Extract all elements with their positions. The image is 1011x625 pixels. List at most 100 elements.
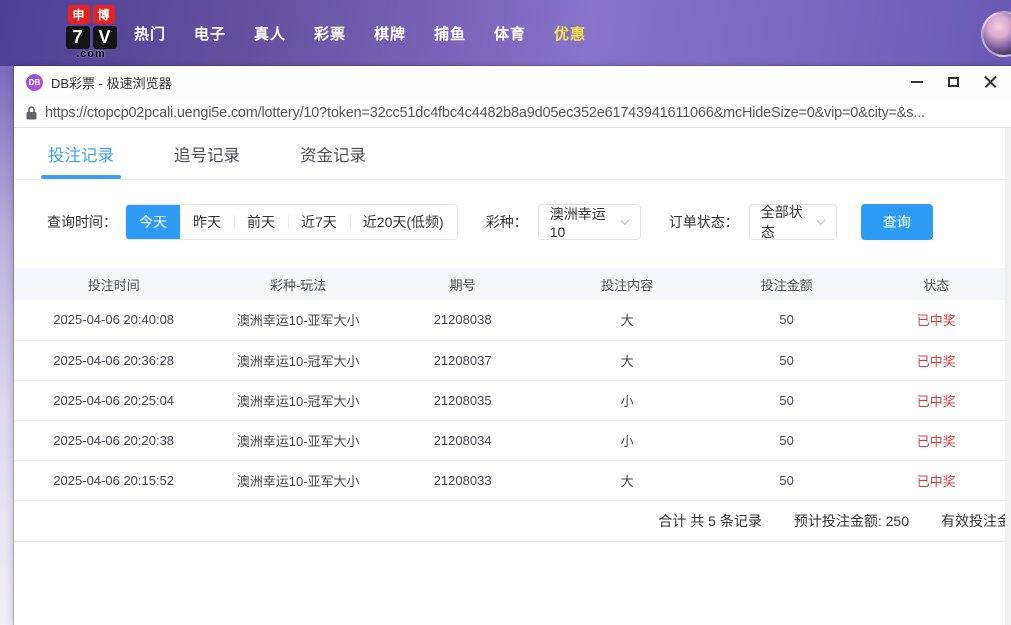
- logo-tile-v: V: [93, 26, 117, 49]
- cell-lottery-play: 澳洲幸运10-冠军大小: [213, 340, 382, 380]
- summary-bar: 合计 共 5 条记录 预计投注金额: 250 有效投注金额: [14, 501, 1011, 541]
- time-range-group: 今天 昨天 前天 近7天 近20天(低频): [125, 204, 458, 240]
- nav-item[interactable]: 捕鱼: [420, 23, 480, 44]
- table-row: 2025-04-06 20:36:28 澳洲幸运10-冠军大小 21208037…: [14, 340, 1011, 380]
- cell-bet-amount: 50: [712, 420, 862, 460]
- time-range-option[interactable]: 昨天: [180, 205, 234, 239]
- bet-records-table: 投注时间 彩种-玩法 期号 投注内容 投注金额 状态 2025-04-06 20…: [14, 268, 1011, 501]
- time-range-option[interactable]: 今天: [126, 205, 180, 239]
- cell-status: 已中奖: [861, 460, 1011, 500]
- header-bet-content: 投注内容: [542, 268, 711, 300]
- maximize-icon: [948, 77, 959, 87]
- screen: 申 博 7 V .com 热门 电子 真人 彩票 棋牌 捕鱼: [0, 0, 1011, 625]
- time-filter-label: 查询时间：: [47, 212, 117, 232]
- maximize-button[interactable]: [935, 66, 972, 98]
- address-bar[interactable]: https://ctopcp02pcali.uengi5e.com/lotter…: [14, 98, 1011, 128]
- time-range-option[interactable]: 近7天: [288, 205, 350, 239]
- cell-bet-time: 2025-04-06 20:15:52: [14, 460, 213, 500]
- window-title: DB彩票 - 极速浏览器: [51, 73, 172, 92]
- active-tab-underline: [41, 175, 121, 179]
- cell-issue-number: 21208038: [383, 300, 543, 340]
- cell-bet-amount: 50: [712, 460, 862, 500]
- cell-bet-amount: 50: [712, 380, 862, 420]
- cell-bet-content: 大: [542, 460, 711, 500]
- minimize-button[interactable]: [898, 66, 935, 98]
- tab-chase-records-label: 追号记录: [174, 142, 240, 166]
- order-status-select-value: 全部状态: [761, 202, 811, 242]
- header-issue-number: 期号: [383, 268, 543, 300]
- header-status: 状态: [861, 268, 1011, 300]
- nav-item[interactable]: 优惠: [540, 23, 600, 44]
- minimize-icon: [911, 81, 923, 83]
- order-status-filter-label: 订单状态：: [669, 212, 739, 232]
- time-range-option[interactable]: 近20天(低频): [350, 205, 457, 239]
- nav-item[interactable]: 棋牌: [360, 23, 420, 44]
- main-nav: 热门 电子 真人 彩票 棋牌 捕鱼 体育 优惠: [120, 0, 600, 66]
- cell-bet-time: 2025-04-06 20:25:04: [14, 380, 213, 420]
- cell-bet-time: 2025-04-06 20:40:08: [14, 300, 213, 340]
- tab-fund-records[interactable]: 资金记录: [292, 128, 374, 179]
- close-button[interactable]: [972, 66, 1009, 98]
- chevron-down-icon: [817, 215, 826, 224]
- record-tabs: 投注记录 追号记录 资金记录: [14, 128, 1011, 180]
- filter-bar: 查询时间： 今天 昨天 前天 近7天 近20天(低频) 彩种： 澳洲幸运10: [14, 204, 1011, 240]
- table-header-row: 投注时间 彩种-玩法 期号 投注内容 投注金额 状态: [14, 268, 1011, 300]
- page-background-strip: [0, 66, 14, 625]
- search-button[interactable]: 查询: [861, 204, 933, 240]
- time-range-option[interactable]: 前天: [234, 205, 288, 239]
- window-controls: [898, 66, 1009, 98]
- table-row: 2025-04-06 20:15:52 澳洲幸运10-亚军大小 21208033…: [14, 460, 1011, 500]
- cell-bet-content: 小: [542, 420, 711, 460]
- logo-tile-shen: 申: [68, 5, 90, 24]
- cell-issue-number: 21208033: [383, 460, 543, 500]
- table-row: 2025-04-06 20:20:38 澳洲幸运10-亚军大小 21208034…: [14, 420, 1011, 460]
- cell-bet-time: 2025-04-06 20:20:38: [14, 420, 213, 460]
- cell-bet-amount: 50: [712, 300, 862, 340]
- browser-window: DB DB彩票 - 极速浏览器 https://ctopcp02pcali.ue…: [14, 66, 1011, 625]
- order-status-select[interactable]: 全部状态: [749, 204, 837, 240]
- lottery-select[interactable]: 澳洲幸运10: [538, 204, 641, 240]
- cell-bet-amount: 50: [712, 340, 862, 380]
- cell-issue-number: 21208035: [383, 380, 543, 420]
- user-avatar[interactable]: [981, 11, 1011, 57]
- summary-total-records: 合计 共 5 条记录: [658, 511, 761, 531]
- site-logo[interactable]: 申 博 7 V .com: [64, 5, 118, 60]
- app-icon: DB: [26, 74, 43, 91]
- tab-chase-records[interactable]: 追号记录: [166, 128, 248, 179]
- header-bet-amount: 投注金额: [712, 268, 862, 300]
- cell-bet-content: 大: [542, 340, 711, 380]
- site-header: 申 博 7 V .com 热门 电子 真人 彩票 棋牌 捕鱼: [0, 0, 1011, 66]
- table-row: 2025-04-06 20:25:04 澳洲幸运10-冠军大小 21208035…: [14, 380, 1011, 420]
- lottery-filter-label: 彩种：: [486, 212, 528, 232]
- cell-status: 已中奖: [861, 420, 1011, 460]
- chevron-down-icon: [621, 215, 630, 224]
- summary-valid-amount: 有效投注金额: [941, 511, 1011, 531]
- bet-table-body: 2025-04-06 20:40:08 澳洲幸运10-亚军大小 21208038…: [14, 300, 1011, 500]
- nav-item[interactable]: 电子: [180, 23, 240, 44]
- scrollbar[interactable]: [1005, 128, 1011, 625]
- tab-bet-records-label: 投注记录: [48, 142, 114, 166]
- cell-status: 已中奖: [861, 340, 1011, 380]
- cell-issue-number: 21208037: [383, 340, 543, 380]
- nav-item[interactable]: 体育: [480, 23, 540, 44]
- url-text[interactable]: https://ctopcp02pcali.uengi5e.com/lotter…: [45, 105, 1005, 121]
- logo-tile-bo: 博: [93, 5, 115, 24]
- nav-item[interactable]: 真人: [240, 23, 300, 44]
- close-icon: [984, 76, 997, 89]
- header-bet-time: 投注时间: [14, 268, 213, 300]
- nav-item[interactable]: 彩票: [300, 23, 360, 44]
- cell-status: 已中奖: [861, 380, 1011, 420]
- lottery-select-value: 澳洲幸运10: [550, 204, 615, 240]
- window-titlebar[interactable]: DB DB彩票 - 极速浏览器: [14, 66, 1011, 98]
- cell-lottery-play: 澳洲幸运10-亚军大小: [213, 420, 382, 460]
- summary-divider: [14, 541, 1011, 542]
- table-row: 2025-04-06 20:40:08 澳洲幸运10-亚军大小 21208038…: [14, 300, 1011, 340]
- nav-item[interactable]: 热门: [120, 23, 180, 44]
- cell-lottery-play: 澳洲幸运10-亚军大小: [213, 460, 382, 500]
- cell-bet-time: 2025-04-06 20:36:28: [14, 340, 213, 380]
- tab-bet-records[interactable]: 投注记录: [40, 128, 122, 179]
- cell-lottery-play: 澳洲幸运10-冠军大小: [213, 380, 382, 420]
- tab-fund-records-label: 资金记录: [300, 142, 366, 166]
- cell-bet-content: 大: [542, 300, 711, 340]
- header-lottery-play: 彩种-玩法: [213, 268, 382, 300]
